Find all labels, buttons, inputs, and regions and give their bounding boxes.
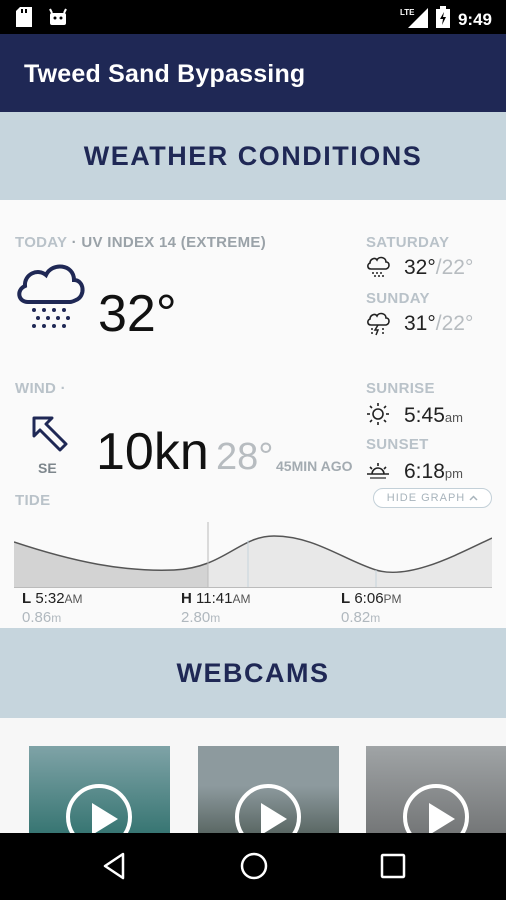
forecast-temp: 31°/22° bbox=[404, 312, 474, 335]
thunderstorm-cloud-icon bbox=[366, 312, 390, 341]
weather-section-title: WEATHER CONDITIONS bbox=[83, 140, 423, 171]
forecast-temp: 32°/22° bbox=[404, 256, 474, 279]
hide-graph-button[interactable]: HIDE GRAPH bbox=[373, 488, 492, 508]
webcams-section-header: WEBCAMS bbox=[0, 628, 506, 718]
wind-direction: SE bbox=[38, 460, 57, 476]
today-label: TODAY · UV INDEX 14 (EXTREME) bbox=[15, 234, 266, 251]
wind-updated: 45MIN AGO bbox=[276, 458, 353, 474]
wind-speed: 10kn bbox=[96, 423, 209, 481]
battery-icon bbox=[435, 6, 450, 33]
app-title: Tweed Sand Bypassing bbox=[24, 60, 306, 88]
tide-graph bbox=[14, 522, 492, 588]
sunset-label: SUNSET bbox=[366, 436, 429, 453]
weather-panel: TODAY · UV INDEX 14 (EXTREME) 32° SATURD… bbox=[0, 200, 506, 628]
signal-icon: LTE bbox=[400, 6, 428, 33]
wind-label: WIND · bbox=[15, 380, 66, 397]
uv-index: · UV INDEX 14 (EXTREME) bbox=[71, 234, 266, 251]
sunrise-time: 5:45am bbox=[404, 404, 463, 427]
status-bar: LTE 9:49 bbox=[0, 0, 506, 34]
sunrise-label: SUNRISE bbox=[366, 380, 435, 397]
sunset-icon bbox=[366, 460, 390, 485]
webcam-thumbnail[interactable] bbox=[366, 746, 506, 833]
webcam-thumbnail[interactable] bbox=[29, 746, 170, 833]
forecast-day-label: SATURDAY bbox=[366, 234, 450, 251]
play-icon[interactable] bbox=[403, 784, 469, 833]
webcam-thumbnail[interactable] bbox=[198, 746, 339, 833]
rain-cloud-icon bbox=[366, 256, 390, 283]
back-icon[interactable] bbox=[101, 851, 127, 886]
wind-arrow-icon bbox=[30, 414, 70, 459]
home-icon[interactable] bbox=[239, 851, 269, 886]
clock: 9:49 bbox=[457, 9, 492, 29]
tide-entry: L 5:32AM 0.86m bbox=[22, 590, 83, 626]
play-icon[interactable] bbox=[235, 784, 301, 833]
forecast-day-label: SUNDAY bbox=[366, 290, 430, 307]
sunset-time: 6:18pm bbox=[404, 460, 463, 483]
rain-cloud-icon bbox=[14, 260, 86, 339]
sd-card-icon bbox=[16, 7, 32, 32]
sun-icon bbox=[366, 402, 390, 431]
navigation-bar bbox=[0, 833, 506, 900]
tide-label: TIDE bbox=[15, 492, 51, 509]
app-bar: Tweed Sand Bypassing bbox=[0, 34, 506, 112]
weather-section-header: WEATHER CONDITIONS bbox=[0, 112, 506, 200]
webcams-carousel[interactable] bbox=[0, 718, 506, 833]
recent-apps-icon[interactable] bbox=[380, 853, 406, 884]
tide-entry: L 6:06PM 0.82m bbox=[341, 590, 402, 626]
wind-degrees: 28° bbox=[216, 436, 274, 478]
android-icon bbox=[48, 7, 68, 32]
today-temperature: 32° bbox=[98, 285, 177, 343]
webcams-section-title: WEBCAMS bbox=[176, 657, 330, 688]
chevron-up-icon bbox=[469, 492, 478, 504]
svg-text:LTE: LTE bbox=[400, 8, 415, 17]
tide-entry: H 11:41AM 2.80m bbox=[181, 590, 251, 626]
play-icon[interactable] bbox=[66, 784, 132, 833]
